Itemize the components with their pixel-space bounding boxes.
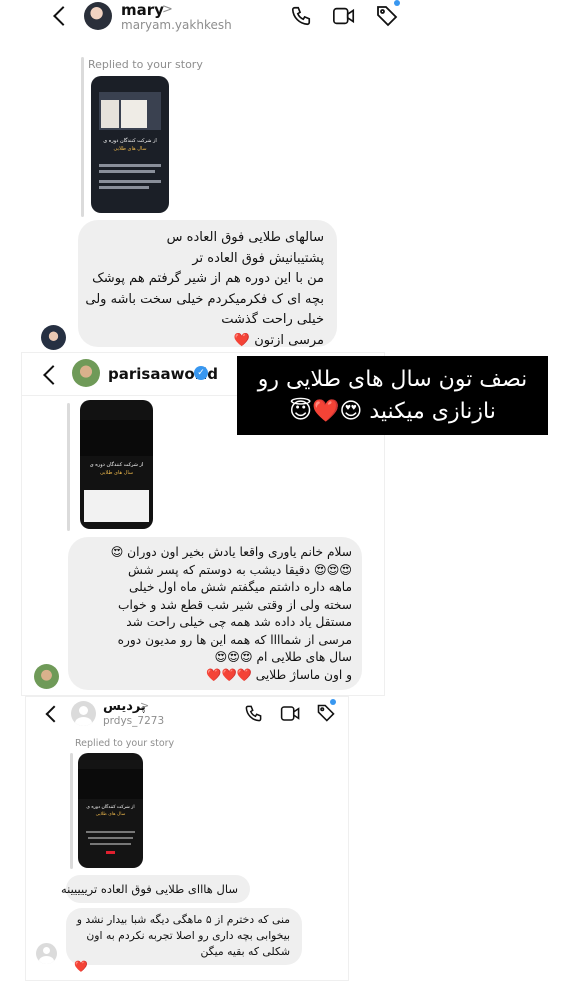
story-subtitle: سال های طلایی <box>99 470 134 476</box>
verified-badge-icon: ✓ <box>194 366 208 380</box>
contact-name[interactable]: mary <box>121 1 164 19</box>
story-thumbnail[interactable]: از شرکت کنندگان دوره ی سال های طلایی <box>91 76 169 213</box>
back-chevron-icon[interactable] <box>43 365 63 385</box>
contact-handle: maryam.yakhkesh <box>121 18 232 32</box>
message-line: بچه ای ک فکرمیکردم خیلی سخت باشه ولی <box>85 291 324 307</box>
video-icon[interactable] <box>280 704 301 723</box>
video-icon[interactable] <box>332 5 356 27</box>
story-title: از شرکت کنندگان دوره ی <box>103 138 157 144</box>
message-line: شکلی که بقیه میگن <box>200 945 290 958</box>
caption-line: نصف تون سال های طلایی رو <box>257 367 528 392</box>
message-line: منی که دخترم از ۵ ماهگی دیگه شبا بیدار ن… <box>76 913 290 926</box>
avatar[interactable] <box>71 701 96 726</box>
caption-overlay: نصف تون سال های طلایی رو نازنازی میکنید … <box>237 356 548 435</box>
message-bubble[interactable]: سال هااای طلایی فوق العاده ترییییینه <box>60 875 250 903</box>
message-line: مرسی از شماااا که همه این ها رو مدیون دو… <box>117 632 352 647</box>
story-subtitle: سال های طلایی <box>113 146 147 152</box>
story-title: از شرکت کنندگان دوره ی <box>86 805 135 810</box>
message-line: مستقل یاد داده شد همه چی خیلی راحت شد <box>126 615 352 629</box>
sender-avatar[interactable] <box>36 943 57 964</box>
message-line: مرسی ازتون ❤️ <box>233 332 324 348</box>
replied-label: Replied to your story <box>75 738 175 749</box>
message-bubble[interactable]: سلام خانم یاوری واقعا یادش بخیر اون دورا… <box>68 537 362 690</box>
back-chevron-icon[interactable] <box>53 6 73 26</box>
message-line: من با این دوره هم از شیر گرفتم هم پوشک <box>92 271 324 286</box>
avatar[interactable] <box>84 2 112 30</box>
unread-dot <box>394 0 400 6</box>
reply-bar <box>81 57 84 217</box>
reply-bar <box>67 403 70 531</box>
message-line: و اون ماساژ طلایی ❤️❤️❤️ <box>206 667 352 682</box>
story-subtitle: سال های طلایی <box>95 812 126 817</box>
message-line: پشتیبانیش فوق العاده تر <box>192 250 324 266</box>
chevron-right-icon: > <box>140 699 150 712</box>
message-line: سالهای طلایی فوق العاده س <box>166 230 324 245</box>
message-line: سخته ولی از وقتی شیر شب قطع شد و خواب <box>117 597 352 612</box>
unread-dot <box>330 699 336 705</box>
message-line: ماهه داره داشتم میگفتم شش ماه اول خیلی <box>128 580 352 594</box>
message-line: سال های طلایی ام 😍😍😍 <box>214 650 352 664</box>
sender-avatar[interactable] <box>41 325 66 350</box>
chat-screenshot-mary: mary > maryam.yakhkesh Replied to your s… <box>28 0 420 352</box>
story-title: از شرکت کنندگان دوره ی <box>89 462 144 468</box>
caption-line: نازنازی میکنید 😍❤️😇 <box>289 399 496 424</box>
story-thumbnail[interactable]: از شرکت کنندگان دوره ی سال های طلایی <box>78 753 143 868</box>
reply-bar <box>70 753 73 869</box>
phone-icon[interactable] <box>290 5 312 27</box>
message-line: سلام خانم یاوری واقعا یادش بخیر اون دورا… <box>110 545 352 559</box>
message-text: سال هااای طلایی فوق العاده ترییییینه <box>60 882 238 896</box>
message-line: بیخوابی بچه داری رو اصلا تجربه نکردم به … <box>86 929 290 942</box>
tag-icon[interactable] <box>316 703 336 723</box>
tag-icon[interactable] <box>375 4 399 28</box>
contact-handle: prdys_7273 <box>103 715 165 727</box>
story-thumbnail[interactable]: از شرکت کنندگان دوره ی سال های طلایی <box>80 400 153 529</box>
replied-label: Replied to your story <box>88 58 203 71</box>
message-bubble[interactable]: منی که دخترم از ۵ ماهگی دیگه شبا بیدار ن… <box>66 908 302 965</box>
sender-avatar[interactable] <box>34 664 59 689</box>
message-line: 😍😍😍 دقیقا دیشب به دوستم که پسر شش <box>127 562 352 577</box>
back-chevron-icon[interactable] <box>45 705 63 723</box>
phone-icon[interactable] <box>244 704 263 723</box>
avatar[interactable] <box>72 359 100 387</box>
chat-screenshot-pardis: پردیس > prdys_7273 Replied to your story… <box>26 697 348 980</box>
chevron-right-icon: > <box>162 2 173 17</box>
message-line: خیلی راحت گذشت <box>221 312 324 327</box>
message-bubble[interactable]: سالهای طلایی فوق العاده س پشتیبانیش فوق … <box>78 220 337 348</box>
heart-icon[interactable]: ❤️ <box>74 960 88 973</box>
